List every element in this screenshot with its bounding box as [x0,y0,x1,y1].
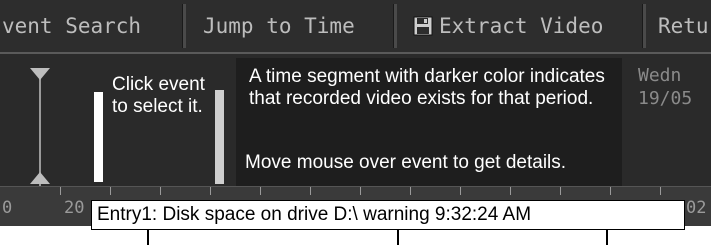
date-label: 19/05 [638,88,693,109]
event-bar[interactable] [215,90,224,184]
selected-event-bar[interactable] [94,92,103,182]
event-search-button[interactable]: vent Search [0,0,182,52]
timeline-panel: vent Search Jump to Time Extract Video R… [0,0,711,226]
slider-top-arrow-icon [30,68,50,80]
ruler-label: 0 [2,198,13,218]
toolbar: vent Search Jump to Time Extract Video R… [0,0,711,54]
leader-line [606,230,608,245]
ruler-label: 20 [64,198,85,218]
leader-line [397,230,399,245]
date-panel: Wedn 19/05 [638,64,692,110]
toolbar-divider [393,4,397,48]
click-event-callout: Click event to select it. [112,74,205,117]
event-search-label: vent Search [2,14,142,38]
extract-video-button[interactable]: Extract Video [405,0,649,52]
darker-segment-callout: A time segment with darker color indicat… [249,66,605,109]
ruler-label: 02 [686,198,707,218]
slider-bottom-arrow-icon [30,172,50,184]
weekday-label: Wedn [638,65,682,86]
return-button[interactable]: Retu [654,0,711,52]
leader-line [147,230,149,245]
hover-hint-callout: Move mouse over event to get details. [245,152,567,173]
jump-to-time-button[interactable]: Jump to Time [197,0,393,52]
return-label: Retu [658,14,709,38]
jump-to-time-label: Jump to Time [203,14,355,38]
event-details-tooltip: Entry1: Disk space on drive D:\ warning … [91,200,685,230]
floppy-disk-icon [413,3,433,52]
toolbar-divider [642,4,646,48]
extract-video-label: Extract Video [439,14,604,38]
toolbar-divider [182,4,186,48]
